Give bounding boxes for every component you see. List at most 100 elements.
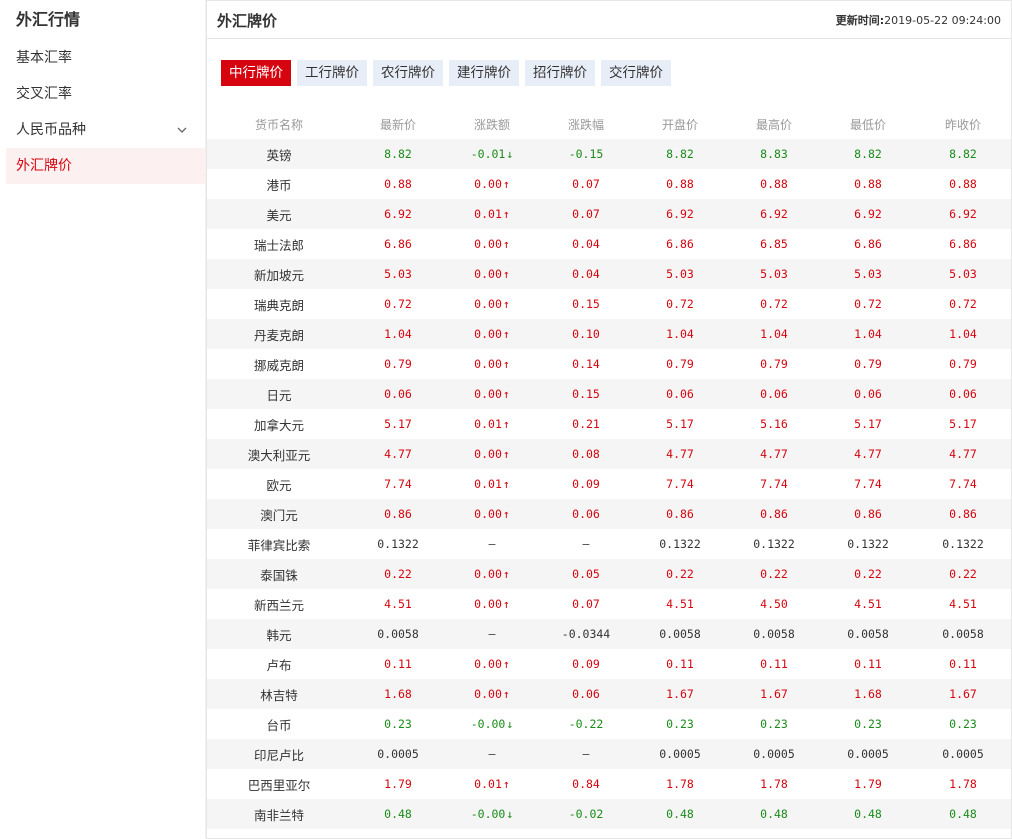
bank-tabs: 中行牌价 工行牌价 农行牌价 建行牌价 招行牌价 交行牌价 (221, 60, 677, 86)
open-cell: 0.0058 (659, 627, 701, 641)
low-cell: 5.03 (854, 267, 882, 281)
table-row[interactable]: 加拿大元 5.17 0.01↑ 0.21 5.17 5.16 5.17 5.17 (207, 409, 1011, 439)
prev-cell: 0.11 (949, 657, 977, 671)
change-cell: 0.00↑ (445, 379, 539, 409)
table-row[interactable]: 瑞士法郎 6.86 0.00↑ 0.04 6.86 6.85 6.86 6.86 (207, 229, 1011, 259)
change-value: 0.00 (474, 687, 502, 701)
low-cell: 0.88 (854, 177, 882, 191)
high-cell: 4.77 (760, 447, 788, 461)
pct-cell: 0.04 (572, 237, 600, 251)
column-header[interactable]: 最低价 (821, 109, 915, 139)
pct-cell: -0.0344 (561, 627, 611, 641)
pct-cell: 0.21 (572, 417, 600, 431)
column-header[interactable]: 昨收价 (915, 109, 1011, 139)
arrow-up-icon: ↑ (502, 447, 510, 461)
sidebar-item-cross-rate[interactable]: 交叉汇率 (0, 76, 205, 112)
tab-cmb[interactable]: 招行牌价 (525, 60, 595, 86)
table-row[interactable]: 日元 0.06 0.00↑ 0.15 0.06 0.06 0.06 0.06 (207, 379, 1011, 409)
sidebar-item-rmb-products[interactable]: 人民币品种 (0, 112, 205, 148)
latest-cell: 0.72 (384, 297, 412, 311)
table-row[interactable]: 新西兰元 4.51 0.00↑ 0.07 4.51 4.50 4.51 4.51 (207, 589, 1011, 619)
table-row[interactable]: 英镑 8.82 -0.01↓ -0.15 8.82 8.83 8.82 8.82 (207, 139, 1011, 169)
pct-cell: 0.14 (572, 357, 600, 371)
tab-abc[interactable]: 农行牌价 (373, 60, 443, 86)
table-row[interactable]: 卢布 0.11 0.00↑ 0.09 0.11 0.11 0.11 0.11 (207, 649, 1011, 679)
sidebar-title: 外汇行情 (16, 10, 81, 29)
tab-ccb[interactable]: 建行牌价 (449, 60, 519, 86)
high-cell: 1.04 (760, 327, 788, 341)
high-cell: 0.1322 (753, 537, 795, 551)
arrow-up-icon: ↑ (502, 597, 510, 611)
tab-boc[interactable]: 中行牌价 (221, 60, 291, 86)
column-header[interactable]: 开盘价 (633, 109, 727, 139)
high-cell: 5.03 (760, 267, 788, 281)
column-header[interactable]: 货币名称 (207, 109, 351, 139)
high-cell: 6.92 (760, 207, 788, 221)
chevron-down-icon[interactable] (177, 112, 187, 148)
column-header[interactable]: 涨跌额 (445, 109, 539, 139)
arrow-up-icon: ↑ (502, 297, 510, 311)
prev-cell: 0.86 (949, 507, 977, 521)
prev-cell: 1.04 (949, 327, 977, 341)
table-row[interactable]: 印尼卢比 0.0005 — — 0.0005 0.0005 0.0005 0.0005 (207, 739, 1011, 769)
table-row[interactable]: 新加坡元 5.03 0.00↑ 0.04 5.03 5.03 5.03 5.03 (207, 259, 1011, 289)
open-cell: 0.1322 (659, 537, 701, 551)
table-row[interactable]: 挪威克朗 0.79 0.00↑ 0.14 0.79 0.79 0.79 0.79 (207, 349, 1011, 379)
table-row[interactable]: 台币 0.23 -0.00↓ -0.22 0.23 0.23 0.23 0.23 (207, 709, 1011, 739)
column-header[interactable]: 最高价 (727, 109, 821, 139)
tab-bocom[interactable]: 交行牌价 (601, 60, 671, 86)
latest-cell: 0.79 (384, 357, 412, 371)
high-cell: 0.0005 (753, 747, 795, 761)
table-row[interactable]: 澳大利亚元 4.77 0.00↑ 0.08 4.77 4.77 4.77 4.77 (207, 439, 1011, 469)
sidebar-item-forex-quotes[interactable]: 外汇牌价 (6, 148, 205, 184)
latest-cell: 8.82 (384, 147, 412, 161)
low-cell: 4.77 (854, 447, 882, 461)
table-row[interactable]: 南非兰特 0.48 -0.00↓ -0.02 0.48 0.48 0.48 0.48 (207, 799, 1011, 829)
table-row[interactable]: 菲律宾比索 0.1322 — — 0.1322 0.1322 0.1322 0.1322 (207, 529, 1011, 559)
arrow-up-icon: ↑ (502, 387, 510, 401)
pct-cell: — (582, 747, 590, 761)
latest-cell: 7.74 (384, 477, 412, 491)
table-row[interactable]: 泰国铢 0.22 0.00↑ 0.05 0.22 0.22 0.22 0.22 (207, 559, 1011, 589)
latest-cell: 0.06 (384, 387, 412, 401)
column-header[interactable]: 最新价 (351, 109, 445, 139)
sidebar-item-basic-rate[interactable]: 基本汇率 (0, 40, 205, 76)
change-cell: 0.00↑ (445, 229, 539, 259)
currency-name: 瑞典克朗 (253, 297, 304, 313)
tab-icbc[interactable]: 工行牌价 (297, 60, 367, 86)
table-row[interactable]: 瑞典克朗 0.72 0.00↑ 0.15 0.72 0.72 0.72 0.72 (207, 289, 1011, 319)
table-row[interactable]: 巴西里亚尔 1.79 0.01↑ 0.84 1.78 1.78 1.79 1.78 (207, 769, 1011, 799)
table-row[interactable]: 澳门元 0.86 0.00↑ 0.06 0.86 0.86 0.86 0.86 (207, 499, 1011, 529)
latest-cell: 5.17 (384, 417, 412, 431)
latest-cell: 0.88 (384, 177, 412, 191)
table-row[interactable]: 欧元 7.74 0.01↑ 0.09 7.74 7.74 7.74 7.74 (207, 469, 1011, 499)
table-row[interactable]: 丹麦克朗 1.04 0.00↑ 0.10 1.04 1.04 1.04 1.04 (207, 319, 1011, 349)
pct-cell: 0.08 (572, 447, 600, 461)
open-cell: 0.48 (666, 807, 694, 821)
open-cell: 1.67 (666, 687, 694, 701)
latest-cell: 1.04 (384, 327, 412, 341)
prev-cell: 0.06 (949, 387, 977, 401)
table-row[interactable]: 林吉特 1.68 0.00↑ 0.06 1.67 1.67 1.68 1.67 (207, 679, 1011, 709)
open-cell: 0.79 (666, 357, 694, 371)
high-cell: 0.06 (760, 387, 788, 401)
sidebar-item-label: 外汇牌价 (16, 158, 72, 174)
table-row[interactable]: 港币 0.88 0.00↑ 0.07 0.88 0.88 0.88 0.88 (207, 169, 1011, 199)
currency-name: 挪威克朗 (253, 357, 304, 373)
prev-cell: 4.77 (949, 447, 977, 461)
pct-cell: — (582, 537, 590, 551)
arrow-up-icon: ↑ (502, 417, 510, 431)
update-time: 更新时间:2019-05-22 09:24:00 (836, 12, 1001, 28)
pct-cell: 0.09 (572, 657, 600, 671)
sidebar-item-label: 人民币品种 (16, 122, 86, 138)
prev-cell: 6.92 (949, 207, 977, 221)
change-cell: 0.00↑ (445, 679, 539, 709)
latest-cell: 0.0005 (377, 747, 419, 761)
change-cell: 0.00↑ (445, 169, 539, 199)
table-row[interactable]: 美元 6.92 0.01↑ 0.07 6.92 6.92 6.92 6.92 (207, 199, 1011, 229)
change-cell: — (445, 529, 539, 559)
change-value: 0.01 (474, 207, 502, 221)
table-row[interactable]: 韩元 0.0058 — -0.0344 0.0058 0.0058 0.0058 0.0058 (207, 619, 1011, 649)
change-value: 0.00 (474, 237, 502, 251)
column-header[interactable]: 涨跌幅 (539, 109, 633, 139)
